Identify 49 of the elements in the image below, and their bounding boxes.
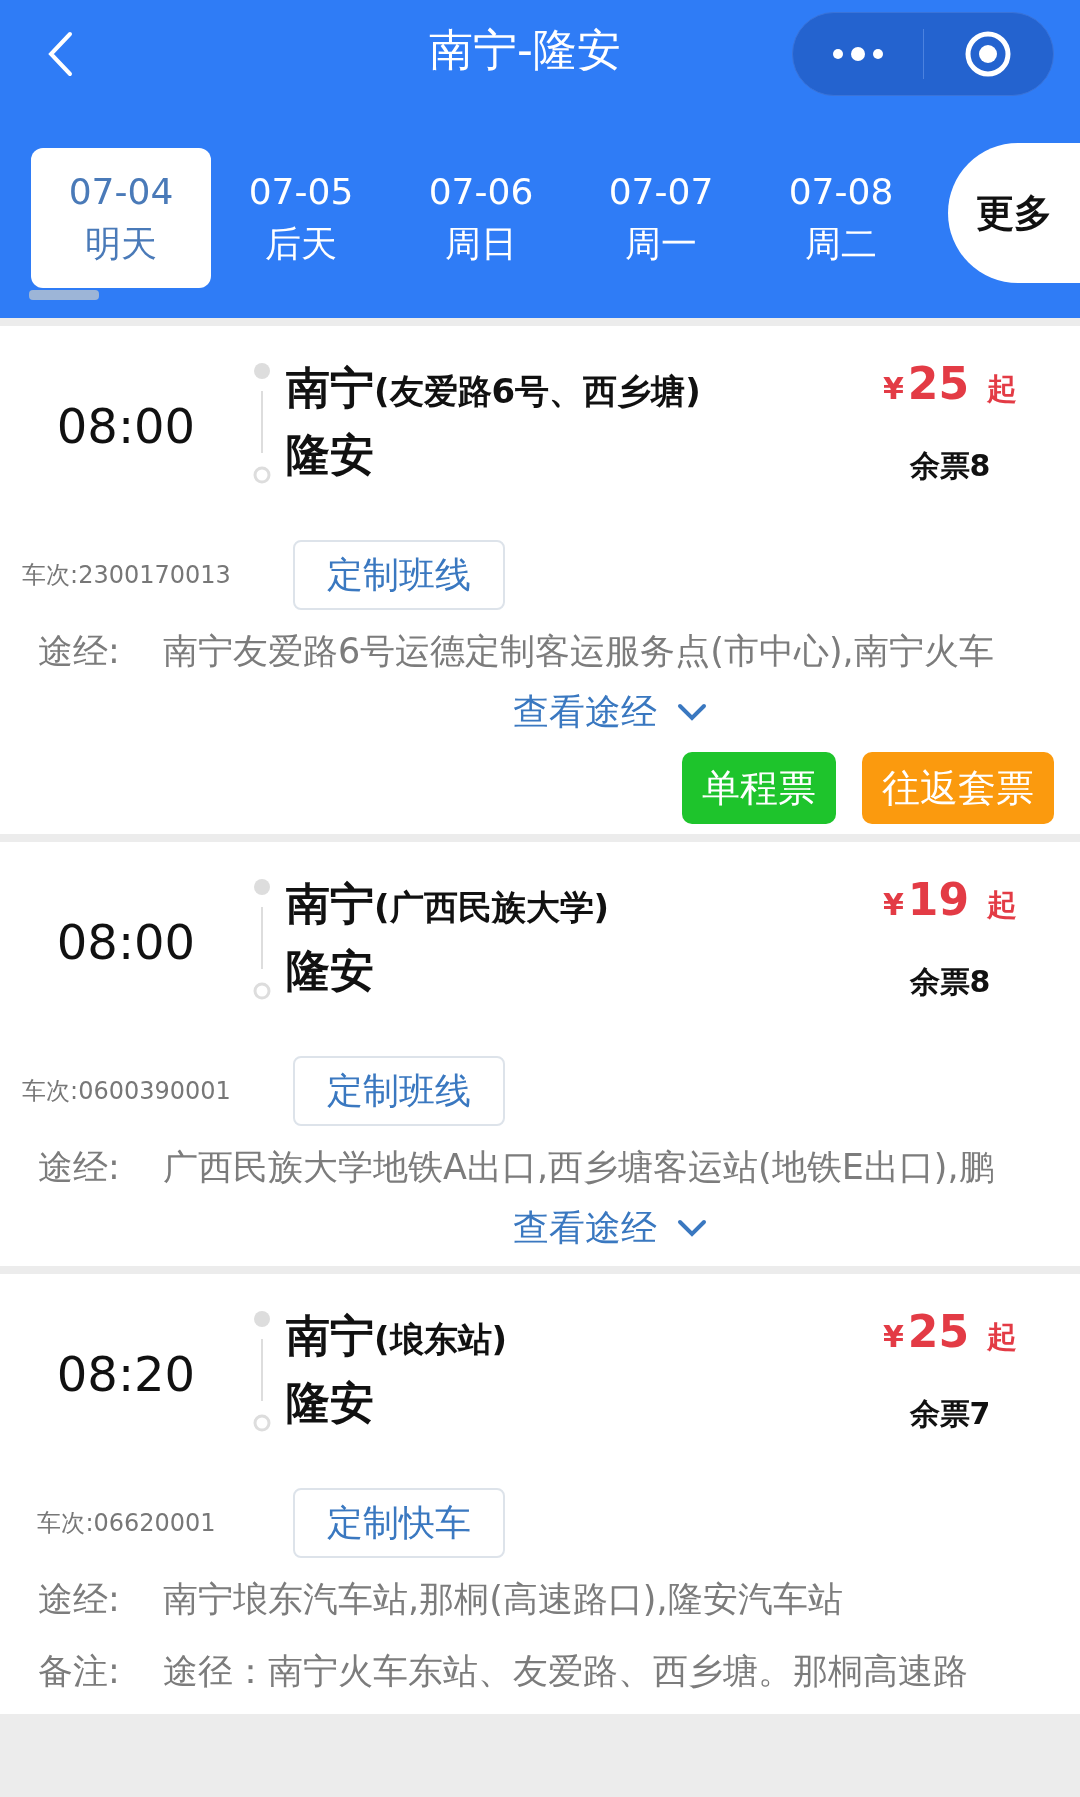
arrival-station: 隆安	[286, 944, 375, 998]
detail-text: 途径：南宁火车东站、友爱路、西乡塘。那桐高速路	[163, 1649, 968, 1693]
departure-time: 08:00	[56, 398, 196, 454]
chevron-down-icon	[677, 1219, 707, 1237]
departure-station: 南宁(广西民族大学)	[286, 877, 611, 931]
back-icon	[47, 31, 73, 77]
detail-label: 途经:	[38, 1577, 121, 1621]
view-stops-toggle[interactable]: 查看途经	[513, 1200, 707, 1256]
seats-left: 余票7	[909, 1394, 991, 1433]
arrival-station: 隆安	[286, 428, 375, 482]
trip-number: 车次:06620001	[37, 1508, 216, 1539]
route-line-icon	[252, 877, 272, 1001]
detail-text: 南宁埌东汽车站,那桐(高速路口),隆安汽车站	[163, 1577, 843, 1621]
seats-left: 余票8	[909, 446, 991, 485]
departure-time: 08:00	[56, 914, 196, 970]
more-icon	[831, 46, 884, 62]
route-type-tag: 定制快车	[293, 1488, 505, 1558]
fare-price: ¥25 起	[882, 357, 1018, 410]
more-dates-button[interactable]: 更多	[948, 143, 1080, 283]
route-line-icon	[252, 361, 272, 485]
detail-label: 备注:	[38, 1649, 121, 1693]
arrival-station: 隆安	[286, 1376, 375, 1430]
trip-number: 车次:0600390001	[22, 1076, 231, 1107]
chevron-down-icon	[677, 703, 707, 721]
view-stops-toggle[interactable]: 查看途经	[513, 684, 707, 740]
date-tab[interactable]: 07-06 周日	[391, 148, 571, 288]
date-tab[interactable]: 07-07 周一	[571, 148, 751, 288]
fare-price: ¥25 起	[882, 1305, 1018, 1358]
detail-label: 途经:	[38, 1145, 121, 1189]
departure-station: 南宁(埌东站)	[286, 1309, 509, 1363]
trip-number: 车次:2300170013	[22, 560, 231, 591]
date-tab[interactable]: 07-08 周二	[751, 148, 931, 288]
page-title: 南宁-隆安	[429, 22, 621, 77]
departure-time: 08:20	[56, 1346, 196, 1402]
detail-text: 广西民族大学地铁A出口,西乡塘客运站(地铁E出口),鹏	[163, 1145, 994, 1189]
target-icon	[964, 30, 1013, 78]
detail-label: 途经:	[38, 629, 121, 673]
route-line-icon	[252, 1309, 272, 1433]
ticket-button[interactable]: 往返套票	[862, 752, 1054, 824]
date-tab[interactable]: 07-04 明天	[31, 148, 211, 288]
seats-left: 余票8	[909, 962, 991, 1001]
tab-indicator	[29, 290, 99, 300]
fare-price: ¥19 起	[882, 873, 1018, 926]
ticket-button[interactable]: 单程票	[682, 752, 836, 824]
departure-station: 南宁(友爱路6号、西乡塘)	[286, 361, 702, 415]
date-tab[interactable]: 07-05 后天	[211, 148, 391, 288]
route-type-tag: 定制班线	[293, 540, 505, 610]
route-type-tag: 定制班线	[293, 1056, 505, 1126]
detail-text: 南宁友爱路6号运德定制客运服务点(市中心),南宁火车	[163, 629, 994, 673]
